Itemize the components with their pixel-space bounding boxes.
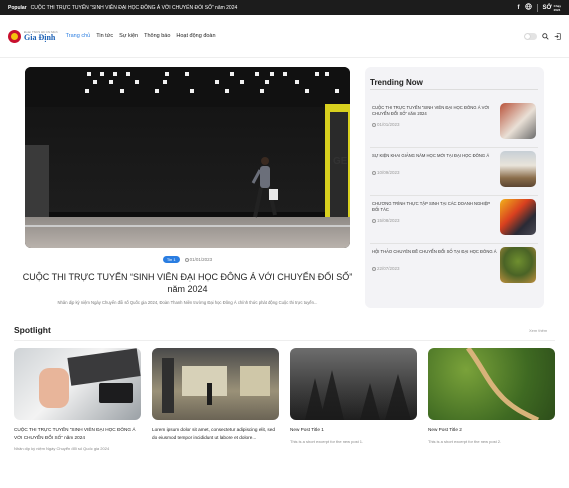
hero-date: 01/01/2023 (189, 257, 213, 262)
spotlight-card-title[interactable]: Lorem ipsum dolor sit amet, consectetur … (152, 426, 279, 441)
trending-item-title[interactable]: CHƯƠNG TRÌNH THỰC TẬP SINH TẠI CÁC DOANH… (372, 201, 497, 212)
trending-item-title[interactable]: SỰ KIỆN KHAI GIẢNG NĂM HỌC MỚI TẠI ĐẠI H… (372, 153, 497, 159)
spotlight-card[interactable]: New Post Title 1 This is a short excerpt… (290, 348, 417, 444)
brand-name: Gia Định (24, 32, 56, 42)
ceiling-light (215, 80, 219, 84)
trending-item[interactable]: CUỘC THI TRỰC TUYẾN “SINH VIÊN ĐẠI HỌC Đ… (370, 103, 538, 149)
ceiling-light (87, 72, 91, 76)
trending-thumbnail[interactable] (500, 103, 536, 139)
ceiling-light (109, 80, 113, 84)
spotlight-card[interactable]: Lorem ipsum dolor sit amet, consectetur … (152, 348, 279, 446)
nav-item-events[interactable]: Sự kiện (119, 33, 138, 39)
spotlight-card-title[interactable]: New Post Title 2 (428, 426, 555, 434)
main-nav: Đoàn TNCS Hồ Chí Minh Gia Định Trang chủ… (0, 15, 569, 58)
partner-logo: SỞ Chạy 2024 (542, 3, 561, 12)
top-bar-right: f SỞ Chạy 2024 (518, 3, 561, 12)
ceiling-light (265, 80, 269, 84)
ceiling-light (283, 72, 287, 76)
ceiling-light (155, 89, 159, 93)
trending-item[interactable]: SỰ KIỆN KHAI GIẢNG NĂM HỌC MỚI TẠI ĐẠI H… (370, 151, 538, 197)
spotlight-card[interactable]: CUỘC THI TRỰC TUYẾN “SINH VIÊN ĐẠI HỌC Đ… (14, 348, 141, 451)
trending-item-title[interactable]: HỘI THẢO CHUYÊN ĐỀ CHUYỂN ĐỔI SỐ TẠI ĐẠI… (372, 249, 497, 255)
ceiling-light (126, 72, 130, 76)
nav-item-home[interactable]: Trang chủ (66, 33, 91, 39)
spotlight-card-excerpt: This is a short excerpt for the new post… (290, 438, 364, 444)
ceiling-light (225, 89, 229, 93)
ceiling-light (135, 80, 139, 84)
ceiling-light (305, 89, 309, 93)
spotlight-card[interactable]: New Post Title 2 This is a short excerpt… (428, 348, 555, 444)
nav-item-news[interactable]: Tin tức (96, 33, 113, 39)
clock-icon (372, 218, 376, 223)
ceiling-light (93, 80, 97, 84)
popular-headline[interactable]: CUỘC THI TRỰC TUYẾN “SINH VIÊN ĐẠI HỌC Đ… (31, 5, 238, 11)
globe-icon[interactable] (524, 3, 532, 12)
facebook-icon[interactable]: f (518, 5, 520, 11)
spotlight-image[interactable] (152, 348, 279, 420)
spotlight-image[interactable] (14, 348, 141, 420)
ceiling-light (230, 72, 234, 76)
ceiling-light (255, 72, 259, 76)
hero-excerpt: Nhân dịp kỷ niệm Ngày Chuyển đổi số Quốc… (57, 300, 318, 305)
trending-thumbnail[interactable] (500, 151, 536, 187)
search-icon[interactable] (542, 27, 549, 45)
ceiling-light (315, 72, 319, 76)
clock-icon (372, 122, 376, 127)
login-icon[interactable] (554, 27, 561, 45)
walking-person (251, 157, 278, 218)
ceiling-light (185, 72, 189, 76)
clock-icon (184, 257, 189, 262)
hero-title[interactable]: CUỘC THI TRỰC TUYẾN “SINH VIÊN ĐẠI HỌC Đ… (15, 271, 360, 295)
hero-meta: Tin 1 01/01/2023 (0, 256, 375, 263)
site-logo[interactable]: Đoàn TNCS Hồ Chí Minh Gia Định (8, 29, 58, 43)
trending-heading: Trending Now (370, 78, 423, 87)
trending-thumbnail[interactable] (500, 247, 536, 283)
ceiling-light (163, 80, 167, 84)
hero-image[interactable]: GE (25, 67, 350, 248)
nav-menu: Trang chủ Tin tức Sự kiện Thông báo Hoạt… (66, 33, 216, 39)
spotlight-image[interactable] (428, 348, 555, 420)
divider (536, 3, 538, 12)
clock-icon (372, 266, 376, 271)
nav-item-notices[interactable]: Thông báo (144, 33, 170, 39)
spotlight-heading: Spotlight (14, 325, 51, 335)
ceiling-light (113, 72, 117, 76)
spotlight-card-excerpt: Nhân dịp kỷ niệm Ngày Chuyển đổi số Quốc… (14, 446, 110, 451)
ceiling-light (100, 72, 104, 76)
ceiling-light (190, 89, 194, 93)
spotlight-card-excerpt: This is a short excerpt for the new post… (428, 438, 502, 444)
trending-item[interactable]: CHƯƠNG TRÌNH THỰC TẬP SINH TẠI CÁC DOANH… (370, 199, 538, 245)
trending-thumbnail[interactable] (500, 199, 536, 235)
nav-item-activities[interactable]: Hoạt động đoàn (176, 33, 215, 39)
svg-text:GE: GE (333, 156, 348, 167)
see-more-link[interactable]: Xem thêm (529, 328, 547, 333)
ceiling-light (240, 80, 244, 84)
nav-tools (524, 27, 561, 45)
ceiling-light (120, 89, 124, 93)
youth-union-emblem-icon (8, 29, 21, 43)
spotlight-card-title[interactable]: New Post Title 1 (290, 426, 417, 434)
category-tag[interactable]: Tin 1 (162, 256, 180, 263)
dark-mode-toggle[interactable] (524, 32, 537, 40)
top-bar: Popular CUỘC THI TRỰC TUYẾN “SINH VIÊN Đ… (0, 0, 569, 15)
spotlight-image[interactable] (290, 348, 417, 420)
trending-panel: Trending Now CUỘC THI TRỰC TUYẾN “SINH V… (365, 67, 544, 308)
ceiling-light (260, 89, 264, 93)
ceiling-light (270, 72, 274, 76)
popular-label: Popular (8, 4, 27, 11)
ceiling-light (335, 89, 339, 93)
trending-item[interactable]: HỘI THẢO CHUYÊN ĐỀ CHUYỂN ĐỔI SỐ TẠI ĐẠI… (370, 247, 538, 293)
ceiling-light (325, 72, 329, 76)
clock-icon (372, 170, 376, 175)
trending-item-title[interactable]: CUỘC THI TRỰC TUYẾN “SINH VIÊN ĐẠI HỌC Đ… (372, 105, 497, 116)
spotlight-card-title[interactable]: CUỘC THI TRỰC TUYẾN “SINH VIÊN ĐẠI HỌC Đ… (14, 426, 141, 441)
ceiling-light (85, 89, 89, 93)
ceiling-light (165, 72, 169, 76)
ceiling-light (295, 80, 299, 84)
